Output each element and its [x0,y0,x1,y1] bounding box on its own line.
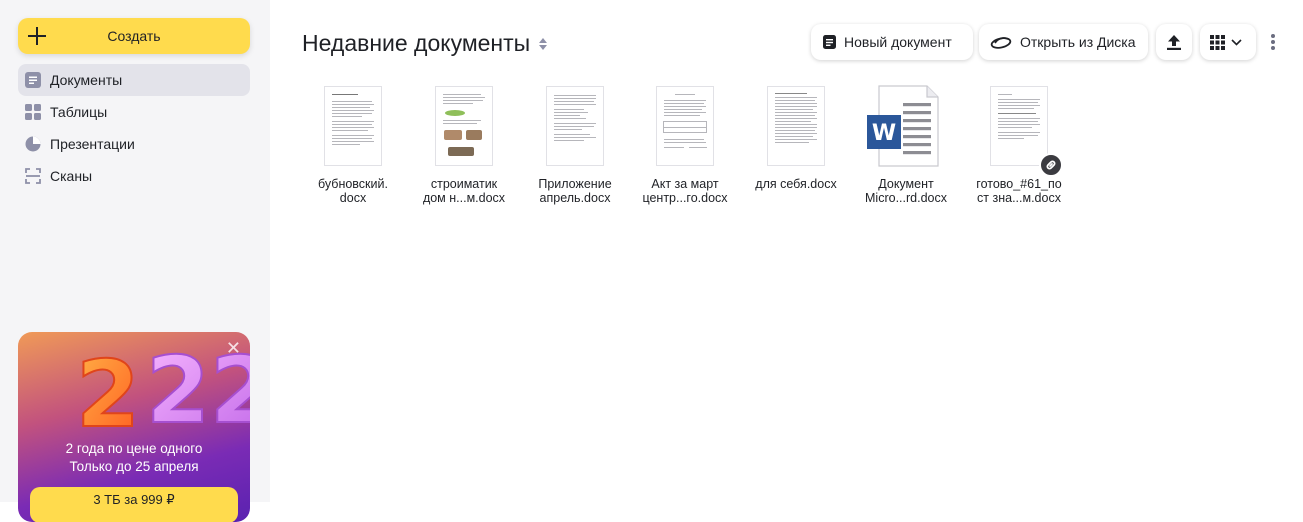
new-document-button[interactable]: Новый документ [811,24,973,60]
shared-link-icon [1039,153,1063,177]
svg-text:W: W [872,121,896,146]
file-name: готово_#61_по ст зна...м.docx [969,177,1069,205]
sidebar-item-presentations[interactable]: Презентации [18,128,250,160]
file-thumbnail [656,86,714,166]
file-name-line-1: Приложение [538,177,612,191]
upload-button[interactable] [1156,24,1192,60]
document-icon [823,35,836,49]
sidebar-item-tables[interactable]: Таблицы [18,96,250,128]
file-name-line-1: Документ [878,177,934,191]
file-name-line-2: дом н...м.docx [422,191,506,205]
file-thumbnail [767,86,825,166]
page-title: Недавние документы [302,30,548,57]
new-document-label: Новый документ [844,34,952,50]
scan-icon [24,167,42,185]
file-name: строиматик дом н...м.docx [414,177,514,205]
page-title-text: Недавние документы [302,30,531,56]
create-button-label: Создать [107,28,161,44]
sidebar-item-scans[interactable]: Сканы [18,160,250,192]
file-name-line-2: docx [339,191,367,205]
open-from-disk-label: Открыть из Диска [1020,34,1136,50]
file-thumbnail [435,86,493,166]
presentation-icon [24,135,42,153]
disk-icon [990,35,1012,49]
file-name: для себя.docx [746,177,846,191]
file-name: Приложение апрель.docx [525,177,625,205]
promo-banner[interactable]: ✕ 22 2 2 года по цене одного Только до 2… [18,332,250,522]
file-name-line-1: Акт за март [651,177,719,191]
promo-line-2: Только до 25 апреля [69,459,199,474]
open-from-disk-button[interactable]: Открыть из Диска [979,24,1148,60]
document-icon [24,71,42,89]
file-thumbnail [324,86,382,166]
file-name-line-2: центр...го.docx [642,191,728,205]
grid-view-icon [1210,34,1225,50]
file-name-line-2: апрель.docx [539,191,611,205]
sidebar: Создать Документы Таблицы Презентации Ск… [0,0,270,522]
table-icon [24,103,42,121]
file-name-line-2: Micro...rd.docx [865,191,947,205]
file-name: бубновский. docx [303,177,403,205]
sidebar-item-label: Презентации [50,136,135,152]
promo-digit-2b: 22 [146,338,250,430]
promo-line-1: 2 года по цене одного [65,441,203,456]
file-name: Акт за март центр...го.docx [635,177,735,205]
promo-digit-2a: 2 [76,341,140,430]
file-thumbnail [990,86,1048,166]
view-mode-button[interactable] [1200,24,1256,60]
sidebar-nav: Документы Таблицы Презентации Сканы [18,64,250,192]
word-document-icon: W [867,85,939,167]
chevron-down-icon [1231,38,1242,46]
sidebar-item-label: Документы [50,72,123,88]
sort-icon[interactable] [538,36,548,52]
file-name-line-1: строиматик [430,177,498,191]
file-name-line-2: ст зна...м.docx [977,191,1061,205]
file-name-line-1: бубновский. [318,177,388,191]
sidebar-item-label: Таблицы [50,104,108,120]
promo-offer-button[interactable]: 3 ТБ за 999 ₽ [30,487,238,522]
file-name-line-1: для себя.docx [755,177,837,191]
file-name-line-1: готово_#61_по [976,177,1062,191]
upload-icon [1167,34,1181,50]
file-thumbnail [546,86,604,166]
file-name: Документ Micro...rd.docx [856,177,956,205]
more-options-icon[interactable] [1266,32,1280,52]
sidebar-item-label: Сканы [50,168,93,184]
sidebar-item-documents[interactable]: Документы [18,64,250,96]
create-button[interactable]: Создать [18,18,250,54]
promo-22-graphic: 22 2 [75,338,250,430]
